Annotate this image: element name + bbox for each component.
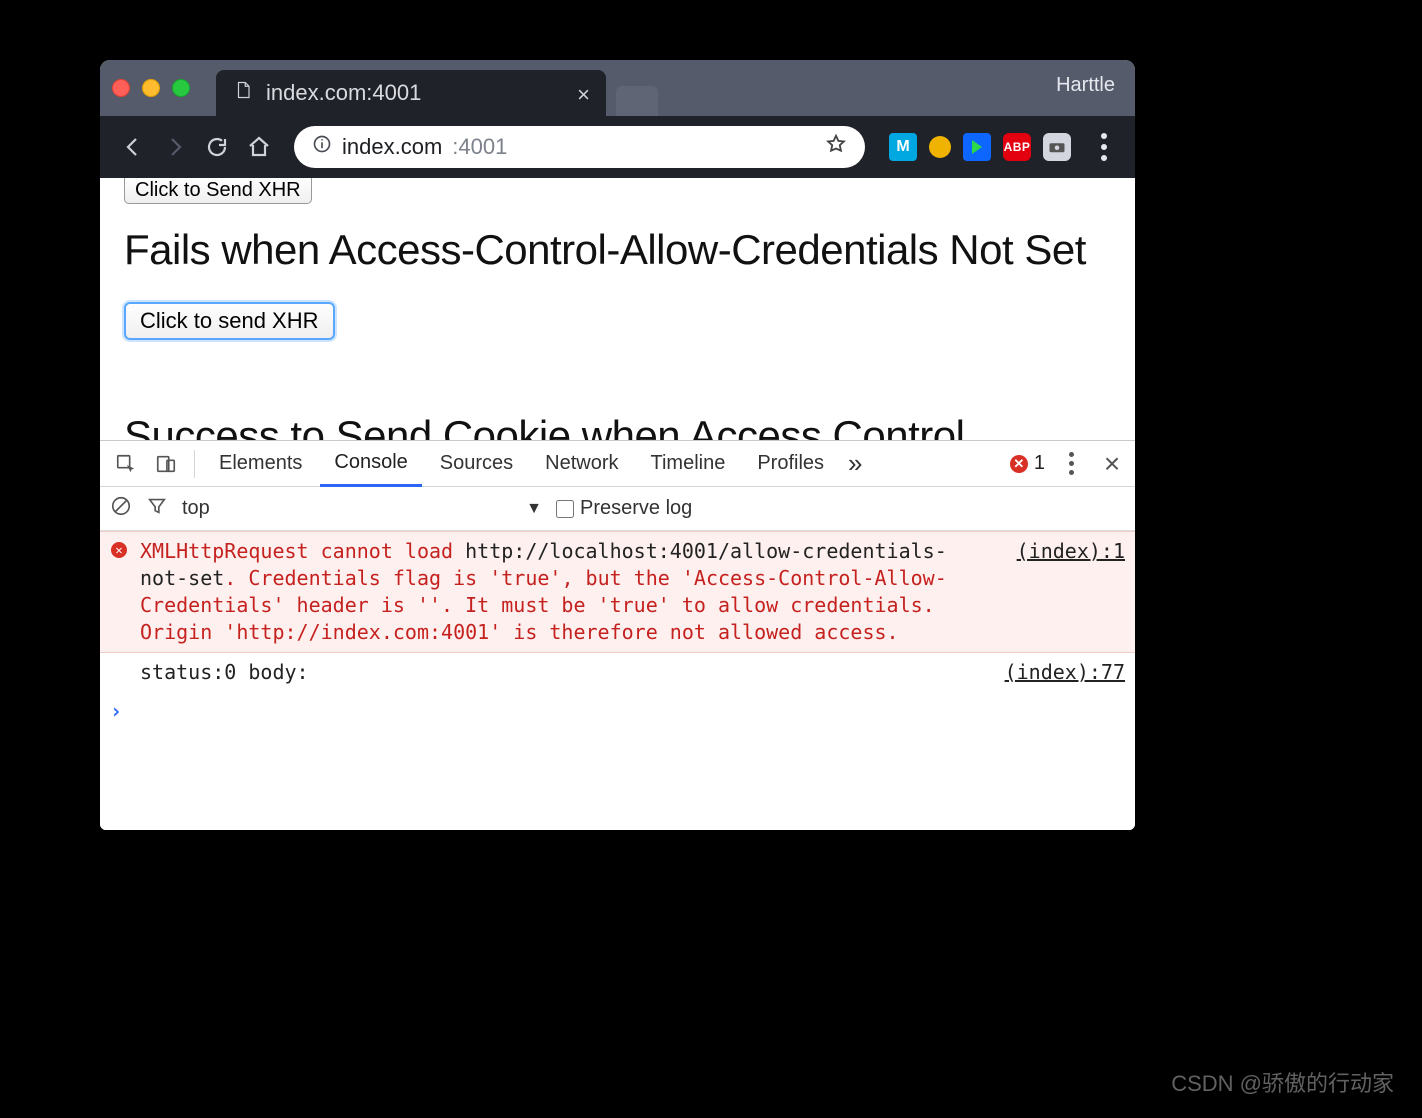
- preserve-log-checkbox[interactable]: [556, 500, 574, 518]
- extension-camera-icon[interactable]: [1043, 133, 1071, 161]
- preserve-log-label: Preserve log: [580, 497, 692, 520]
- console-log-row: status:0 body: (index):77: [100, 653, 1135, 692]
- context-selector[interactable]: top ▼: [182, 497, 542, 520]
- window-controls: [112, 79, 190, 97]
- console-output: ✕ XMLHttpRequest cannot load http://loca…: [100, 531, 1135, 830]
- browser-window: index.com:4001 × Harttle: [100, 60, 1135, 830]
- tab-elements[interactable]: Elements: [205, 442, 316, 485]
- navbar: index.com :4001 M ABP: [100, 116, 1135, 178]
- page-heading-2-partial: Success to Send Cookie when Access Contr…: [124, 412, 1111, 440]
- tab-console[interactable]: Console: [320, 441, 421, 487]
- reload-button[interactable]: [200, 130, 234, 164]
- console-prompt[interactable]: ›: [100, 692, 1135, 725]
- url-port: :4001: [452, 134, 507, 160]
- extension-icons: M ABP: [889, 133, 1071, 161]
- tab-title: index.com:4001: [266, 80, 421, 106]
- extension-play-icon[interactable]: [963, 133, 991, 161]
- tab-network[interactable]: Network: [531, 442, 632, 485]
- devtools-panel: Elements Console Sources Network Timelin…: [100, 440, 1135, 830]
- minimize-window-button[interactable]: [142, 79, 160, 97]
- tab-profiles[interactable]: Profiles: [743, 442, 838, 485]
- error-dot-icon: ✕: [1010, 455, 1028, 473]
- xhr-button-top[interactable]: Click to Send XHR: [124, 178, 312, 204]
- forward-button[interactable]: [158, 130, 192, 164]
- console-toolbar: top ▼ Preserve log: [100, 487, 1135, 531]
- browser-tab[interactable]: index.com:4001 ×: [216, 70, 606, 116]
- home-button[interactable]: [242, 130, 276, 164]
- extension-abp-icon[interactable]: ABP: [1003, 133, 1031, 161]
- maximize-window-button[interactable]: [172, 79, 190, 97]
- close-window-button[interactable]: [112, 79, 130, 97]
- url-host: index.com: [342, 134, 442, 160]
- bookmark-star-icon[interactable]: [825, 133, 847, 161]
- browser-menu-button[interactable]: [1089, 133, 1119, 161]
- tabs-overflow-button[interactable]: »: [842, 448, 868, 479]
- error-message: XMLHttpRequest cannot load http://localh…: [140, 538, 991, 646]
- page-viewport: Click to Send XHR Fails when Access-Cont…: [100, 178, 1135, 440]
- page-icon: [234, 79, 252, 107]
- devtools-close-button[interactable]: ×: [1097, 448, 1127, 480]
- error-source-link[interactable]: (index):1: [1003, 538, 1125, 565]
- error-count: 1: [1034, 452, 1045, 475]
- device-toolbar-icon[interactable]: [148, 446, 184, 482]
- devtools-tabbar: Elements Console Sources Network Timelin…: [100, 441, 1135, 487]
- xhr-button-focused[interactable]: Click to send XHR: [124, 302, 335, 340]
- console-error-row: ✕ XMLHttpRequest cannot load http://loca…: [100, 531, 1135, 653]
- page-heading-1: Fails when Access-Control-Allow-Credenti…: [124, 226, 1111, 274]
- context-label: top: [182, 497, 210, 520]
- tab-sources[interactable]: Sources: [426, 442, 527, 485]
- error-icon: ✕: [111, 542, 127, 558]
- profile-name[interactable]: Harttle: [1056, 74, 1115, 97]
- inspect-element-icon[interactable]: [108, 446, 144, 482]
- log-source-link[interactable]: (index):77: [991, 659, 1125, 686]
- close-tab-button[interactable]: ×: [577, 82, 590, 108]
- log-message: status:0 body:: [140, 659, 979, 686]
- error-badge[interactable]: ✕ 1: [1010, 452, 1045, 475]
- filter-icon[interactable]: [146, 495, 168, 523]
- clear-console-icon[interactable]: [110, 495, 132, 523]
- new-tab-button[interactable]: [616, 86, 658, 116]
- chevron-down-icon: ▼: [526, 500, 542, 518]
- titlebar: index.com:4001 × Harttle: [100, 60, 1135, 116]
- tab-timeline[interactable]: Timeline: [637, 442, 740, 485]
- extension-m-icon[interactable]: M: [889, 133, 917, 161]
- watermark: CSDN @骄傲的行动家: [1171, 1066, 1394, 1098]
- preserve-log-toggle[interactable]: Preserve log: [556, 497, 692, 520]
- separator: [194, 450, 195, 478]
- address-bar[interactable]: index.com :4001: [294, 126, 865, 168]
- devtools-menu-button[interactable]: [1059, 452, 1083, 475]
- extension-yellow-dot-icon[interactable]: [929, 136, 951, 158]
- site-info-icon[interactable]: [312, 134, 332, 160]
- back-button[interactable]: [116, 130, 150, 164]
